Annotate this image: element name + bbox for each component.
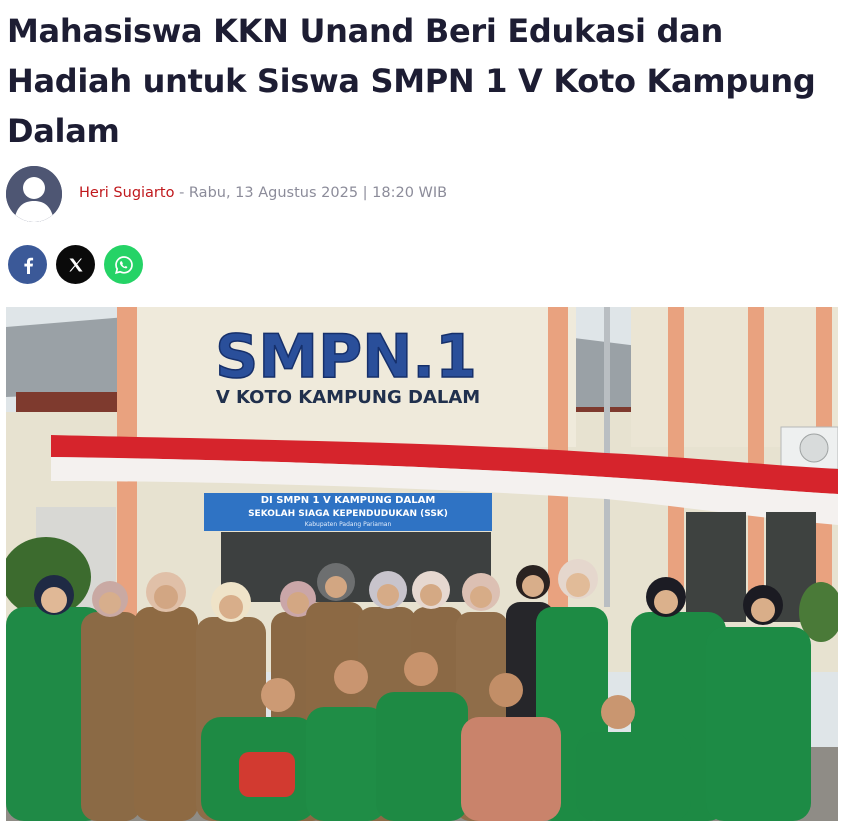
share-bar <box>8 245 143 285</box>
banner-line3-text: Kabupaten Padang Pariaman <box>305 521 392 528</box>
sign-main-text: SMPN.1 <box>215 322 477 392</box>
byline-separator: - <box>174 185 189 201</box>
banner-line2-text: SEKOLAH SIAGA KEPENDUDUKAN (SSK) <box>248 509 448 519</box>
x-icon <box>68 258 83 271</box>
share-facebook-button[interactable] <box>8 245 47 284</box>
article: Mahasiswa KKN Unand Beri Edukasi dan Had… <box>0 0 858 821</box>
author-avatar[interactable] <box>6 166 62 222</box>
share-whatsapp-button[interactable] <box>104 245 143 284</box>
group-photo-illustration: SMPN.1 V KOTO KAMPUNG DALAM DI SMPN 1 V … <box>6 307 838 821</box>
whatsapp-icon <box>114 255 133 274</box>
user-silhouette-icon <box>6 166 62 222</box>
banner-line1-text: DI SMPN 1 V KAMPUNG DALAM <box>261 495 436 506</box>
facebook-icon <box>23 257 33 274</box>
share-x-button[interactable] <box>56 245 95 284</box>
byline-meta: Heri Sugiarto - Rabu, 13 Agustus 2025 | … <box>79 183 447 203</box>
publish-date: Rabu, 13 Agustus 2025 | 18:20 WIB <box>188 185 448 201</box>
sign-sub-text: V KOTO KAMPUNG DALAM <box>216 387 480 408</box>
byline: Heri Sugiarto - Rabu, 13 Agustus 2025 | … <box>6 166 606 222</box>
article-title: Mahasiswa KKN Unand Beri Edukasi dan Had… <box>7 12 816 150</box>
article-photo[interactable]: SMPN.1 V KOTO KAMPUNG DALAM DI SMPN 1 V … <box>6 307 838 821</box>
author-link[interactable]: Heri Sugiarto <box>79 185 174 201</box>
